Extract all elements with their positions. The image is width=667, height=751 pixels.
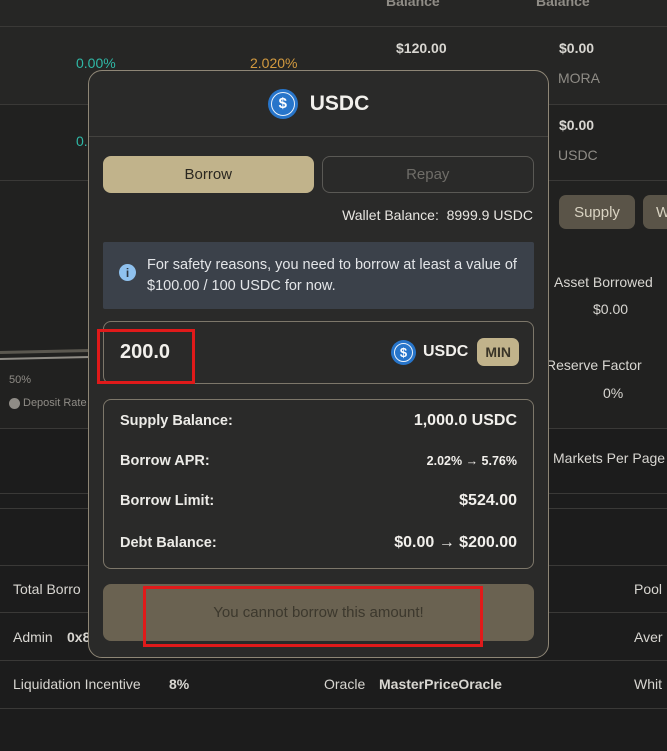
- row2-borrow-symbol: USDC: [558, 147, 598, 163]
- amount-input-box[interactable]: 200.0 $ USDC MIN: [103, 321, 534, 384]
- wallet-balance-value: 8999.9 USDC: [446, 207, 533, 223]
- stat-row-supply-balance: Supply Balance: 1,000.0 USDC: [120, 412, 517, 430]
- row1-supply-apy: 0.00%: [76, 55, 116, 71]
- total-borrow-label: Total Borro: [13, 581, 81, 597]
- borrow-stats-panel: Supply Balance: 1,000.0 USDC Borrow APR:…: [103, 399, 534, 569]
- pool-label: Pool: [634, 581, 663, 597]
- asset-borrowed-value: $0.00: [593, 301, 629, 317]
- asset-borrowed-label: Asset Borrowed: [554, 274, 653, 290]
- admin-label: Admin: [13, 629, 53, 645]
- tab-borrow[interactable]: Borrow: [103, 156, 314, 193]
- withdraw-button[interactable]: W: [643, 195, 667, 229]
- stat-row-borrow-limit: Borrow Limit: $524.00: [120, 492, 517, 510]
- modal-title: USDC: [309, 91, 370, 115]
- row2-borrow-balance: $0.00: [559, 117, 595, 133]
- oracle-label: Oracle: [324, 676, 366, 692]
- safety-info-banner: i For safety reasons, you need to borrow…: [103, 242, 534, 309]
- borrow-modal: $ USDC Borrow Repay Wallet Balance: 8999…: [88, 70, 549, 658]
- chart-axis-label: 50%: [9, 374, 32, 386]
- amount-input[interactable]: 200.0: [120, 341, 170, 364]
- reserve-factor-label: Reserve Factor: [546, 357, 642, 373]
- stat-value: $524.00: [459, 492, 517, 509]
- tab-repay[interactable]: Repay: [321, 156, 534, 193]
- safety-info-text: For safety reasons, you need to borrow a…: [147, 256, 517, 294]
- average-label: Aver: [634, 629, 663, 645]
- stat-label: Borrow APR:: [120, 453, 210, 469]
- divider: [0, 708, 667, 709]
- borrow-submit-button[interactable]: You cannot borrow this amount!: [103, 584, 534, 641]
- row1-borrow-balance: $0.00: [559, 40, 595, 56]
- oracle-value[interactable]: MasterPriceOracle: [379, 676, 502, 692]
- borrow-repay-tabs: Borrow Repay: [103, 156, 534, 193]
- legend-dot: [9, 398, 20, 409]
- row2-supply-apy: 0.: [76, 133, 88, 149]
- row1-supply-balance: $120.00: [396, 40, 447, 56]
- whitelist-label: Whit: [634, 676, 662, 692]
- usdc-token-icon: $: [390, 339, 416, 365]
- admin-address[interactable]: 0x8: [67, 629, 90, 645]
- liquidation-incentive-value: 8%: [169, 676, 190, 692]
- modal-header: $ USDC: [89, 71, 548, 137]
- stat-label: Debt Balance:: [120, 535, 217, 551]
- divider: [0, 660, 667, 661]
- divider: [0, 26, 667, 27]
- wallet-balance-label: Wallet Balance:: [342, 207, 439, 223]
- stat-value: 2.02% → 5.76%: [426, 454, 517, 468]
- info-icon: i: [119, 264, 136, 281]
- wallet-balance: Wallet Balance: 8999.9 USDC: [342, 207, 533, 223]
- stat-value: $0.00 → $200.00: [394, 534, 517, 551]
- stat-label: Borrow Limit:: [120, 493, 215, 509]
- stat-label: Supply Balance:: [120, 413, 233, 429]
- chart-legend-deposit-rate: Deposit Rate: [23, 397, 87, 409]
- usdc-coin-icon: $: [267, 88, 298, 119]
- stat-row-borrow-apr: Borrow APR: 2.02% → 5.76%: [120, 453, 517, 469]
- reserve-factor-value: 0%: [603, 385, 624, 401]
- column-header-supply-balance: Balance: [386, 0, 440, 9]
- markets-per-page-label: Markets Per Page: [553, 450, 666, 466]
- stat-value: 1,000.0 USDC: [413, 412, 517, 429]
- min-button[interactable]: MIN: [477, 338, 519, 366]
- row1-borrow-apy: 2.020%: [250, 55, 298, 71]
- supply-button[interactable]: Supply: [559, 195, 635, 229]
- liquidation-incentive-label: Liquidation Incentive: [13, 676, 141, 692]
- column-header-borrow-balance: Balance: [536, 0, 590, 9]
- row1-borrow-symbol: MORA: [558, 70, 600, 86]
- stat-row-debt-balance: Debt Balance: $0.00 → $200.00: [120, 534, 517, 552]
- amount-unit: USDC: [422, 343, 469, 360]
- amount-token: $ USDC MIN: [390, 338, 519, 366]
